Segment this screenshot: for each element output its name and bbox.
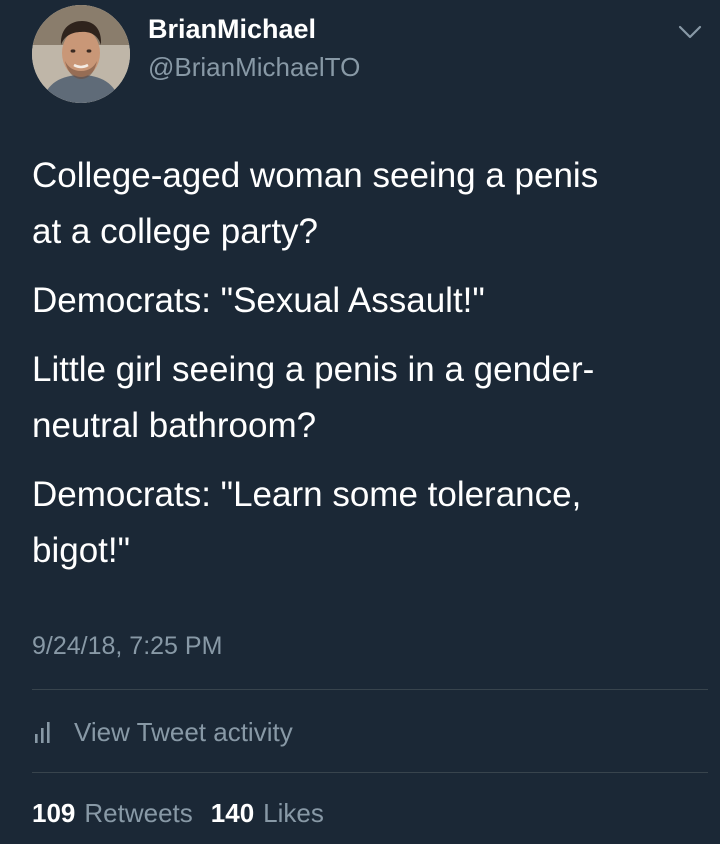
divider [32,689,708,690]
view-tweet-activity-link[interactable]: View Tweet activity [32,712,293,752]
retweets-stat[interactable]: 109 Retweets [32,798,193,829]
tweet-stats: 109 Retweets 140 Likes [32,798,342,829]
tweet-line: neutral bathroom? [32,406,317,445]
retweets-count: 109 [32,798,76,828]
tweet-paragraph: Democrats: "Learn some tolerance, bigot!… [32,467,704,579]
divider [32,772,708,773]
tweet-paragraph: Little girl seeing a penis in a gender- … [32,342,704,454]
tweet-line: College-aged woman seeing a penis [32,156,599,195]
likes-count: 140 [210,798,255,828]
tweet-line: bigot!" [32,531,131,570]
tweet-line: Democrats: "Sexual Assault!" [32,281,485,320]
bar-chart-icon [35,722,50,743]
author-name[interactable]: BrianMichael [148,14,316,45]
tweet-card: BrianMichael @BrianMichaelTO College-age… [0,0,720,844]
tweet-paragraph: Democrats: "Sexual Assault!" [32,273,704,329]
chevron-down-icon[interactable] [676,22,704,42]
view-tweet-activity-label: View Tweet activity [74,716,293,747]
tweet-line: at a college party? [32,212,319,251]
likes-label: Likes [263,798,324,828]
author-handle[interactable]: @BrianMichaelTO [148,52,360,83]
tweet-text: College-aged woman seeing a penis at a c… [32,148,704,592]
tweet-line: Little girl seeing a penis in a gender- [32,350,595,389]
tweet-timestamp[interactable]: 9/24/18, 7:25 PM [32,632,222,661]
avatar-photo [32,5,130,103]
tweet-line: Democrats: "Learn some tolerance, [32,475,582,514]
likes-stat[interactable]: 140 Likes [211,798,324,829]
avatar[interactable] [32,5,130,103]
tweet-paragraph: College-aged woman seeing a penis at a c… [32,148,704,260]
retweets-label: Retweets [84,798,193,828]
